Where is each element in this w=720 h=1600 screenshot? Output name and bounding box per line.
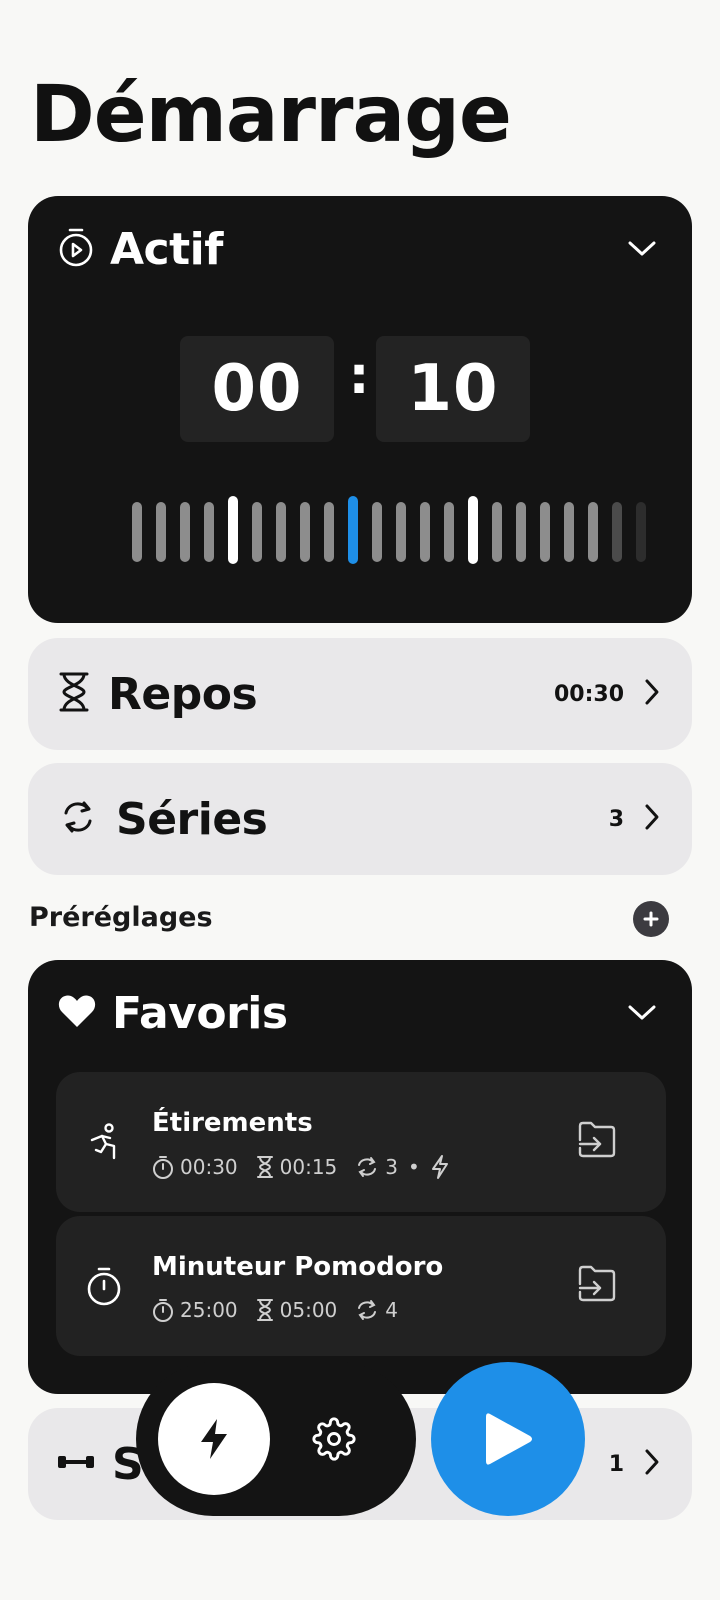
load-preset-icon[interactable] — [576, 1120, 620, 1164]
favorites-title: Favoris — [112, 987, 288, 1039]
equipment-value: 1 — [608, 1451, 624, 1477]
repeat-icon — [358, 1157, 377, 1177]
preset-rest-time: 00:15 — [279, 1155, 338, 1179]
time-separator: : — [348, 346, 370, 406]
favorites-card: Favoris Étirements 00:30 00:15 3 • Minut… — [28, 960, 692, 1394]
meta-separator: • — [408, 1155, 420, 1179]
timer-play-icon — [58, 227, 94, 271]
preset-active-time: 00:30 — [180, 1155, 238, 1179]
ruler-tick — [612, 502, 622, 562]
dumbbell-icon — [58, 1451, 94, 1477]
active-title: Actif — [110, 223, 223, 275]
page-title: Démarrage — [30, 70, 512, 160]
bolt-icon — [431, 1155, 448, 1179]
stopwatch-icon — [153, 1299, 173, 1322]
load-preset-icon[interactable] — [576, 1264, 620, 1308]
chevron-right-icon — [644, 803, 660, 835]
quick-start-button[interactable] — [158, 1383, 270, 1495]
chevron-right-icon — [644, 1448, 660, 1480]
stopwatch-icon — [84, 1266, 124, 1306]
chevron-down-icon[interactable] — [622, 229, 662, 269]
bolt-icon — [201, 1419, 227, 1459]
bottom-dock — [136, 1362, 416, 1516]
seconds-display[interactable]: 10 — [376, 336, 530, 442]
preset-rest-time: 05:00 — [279, 1298, 338, 1322]
preset-item[interactable]: Étirements 00:30 00:15 3 • — [56, 1072, 666, 1212]
ruler-tick — [372, 502, 382, 562]
minutes-display[interactable]: 00 — [180, 336, 334, 442]
ruler-tick — [252, 502, 262, 562]
ruler-tick — [420, 502, 430, 562]
preset-sets: 4 — [385, 1298, 399, 1322]
hourglass-icon — [256, 1299, 273, 1321]
ruler-tick — [276, 502, 286, 562]
chevron-down-icon[interactable] — [622, 993, 662, 1033]
presets-section-label: Préréglages — [29, 902, 213, 933]
ruler-tick — [540, 502, 550, 562]
ruler-tick — [492, 502, 502, 562]
active-header[interactable]: Actif — [58, 223, 662, 275]
ruler-tick — [324, 502, 334, 562]
preset-sets: 3 — [385, 1155, 399, 1179]
preset-name: Minuteur Pomodoro — [152, 1252, 444, 1282]
rest-title: Repos — [108, 668, 258, 720]
repeat-icon — [58, 799, 98, 839]
ruler-tick — [396, 502, 406, 562]
ruler-tick — [588, 502, 598, 562]
plus-icon — [643, 911, 659, 927]
favorites-header[interactable]: Favoris — [58, 987, 662, 1039]
heart-icon — [58, 994, 96, 1032]
ruler-tick — [444, 502, 454, 562]
active-card: Actif 00 : 10 — [28, 196, 692, 623]
sets-title: Séries — [116, 793, 268, 845]
rest-card[interactable]: Repos 00:30 — [28, 638, 692, 750]
chevron-right-icon — [644, 678, 660, 710]
preset-meta: 00:30 00:15 3 • — [152, 1154, 474, 1180]
preset-item[interactable]: Minuteur Pomodoro 25:00 05:00 4 — [56, 1216, 666, 1356]
ruler-tick-major — [468, 496, 478, 564]
stretching-icon — [84, 1122, 124, 1162]
ruler-tick — [180, 502, 190, 562]
start-workout-button[interactable] — [431, 1362, 585, 1516]
ruler-selected-tick — [348, 496, 358, 564]
time-picker-ruler[interactable] — [132, 496, 652, 566]
sets-card[interactable]: Séries 3 — [28, 763, 692, 875]
rest-value: 00:30 — [553, 681, 624, 707]
play-icon — [486, 1413, 532, 1465]
ruler-tick — [516, 502, 526, 562]
ruler-tick — [300, 502, 310, 562]
ruler-tick — [636, 502, 646, 562]
stopwatch-icon — [153, 1156, 173, 1179]
ruler-tick — [564, 502, 574, 562]
add-preset-button[interactable] — [633, 901, 669, 937]
preset-name: Étirements — [152, 1108, 313, 1138]
hourglass-icon — [58, 671, 90, 717]
ruler-tick — [204, 502, 214, 562]
preset-active-time: 25:00 — [180, 1298, 238, 1322]
repeat-icon — [358, 1300, 377, 1320]
gear-icon — [312, 1417, 356, 1461]
settings-button[interactable] — [312, 1417, 356, 1461]
hourglass-icon — [256, 1156, 273, 1178]
ruler-tick — [156, 502, 166, 562]
preset-meta: 25:00 05:00 4 — [152, 1298, 416, 1322]
sets-value: 3 — [608, 806, 624, 832]
ruler-tick — [132, 502, 142, 562]
ruler-tick-major — [228, 496, 238, 564]
